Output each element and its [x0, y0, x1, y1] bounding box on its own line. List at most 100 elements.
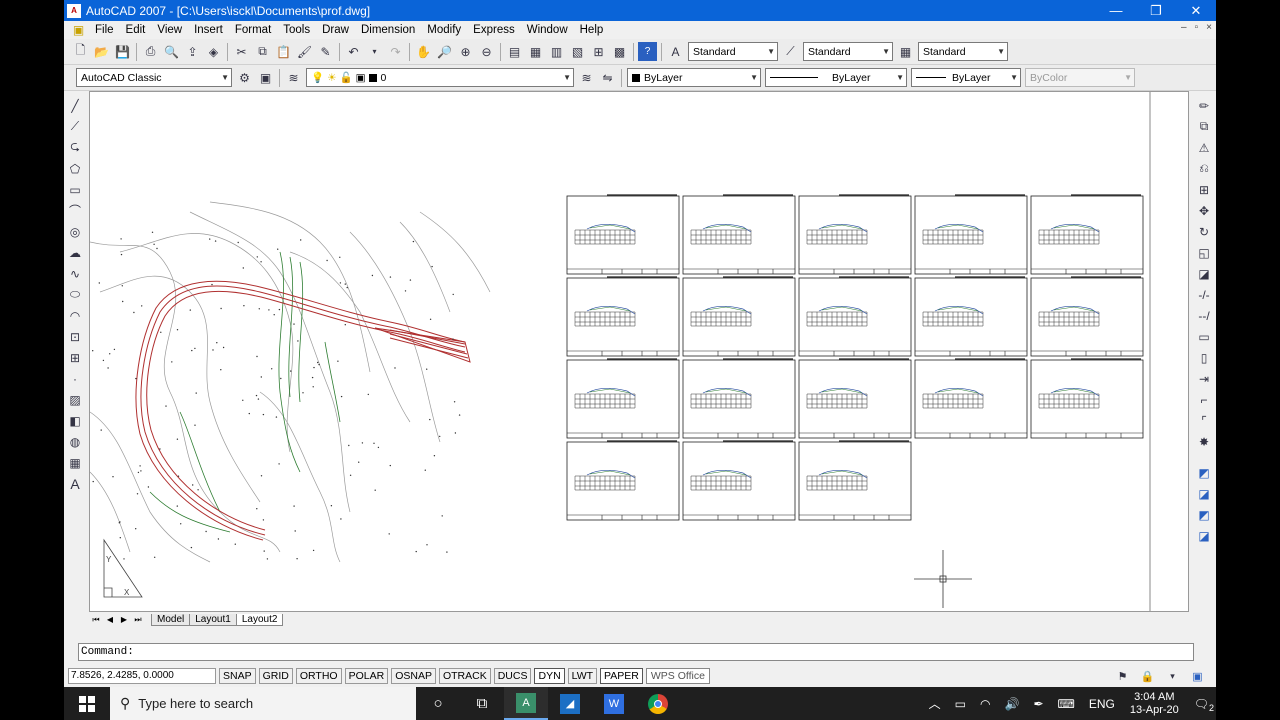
volume-icon[interactable]: 🔊 — [997, 697, 1026, 711]
notifications-icon[interactable]: 🗨 2 — [1187, 697, 1216, 713]
last-tab-button[interactable]: ⏭ — [131, 615, 145, 625]
task-view-icon[interactable]: ⧉ — [460, 687, 504, 720]
block-editor-icon[interactable]: ✎ — [316, 42, 335, 61]
polar-toggle[interactable]: POLAR — [344, 668, 389, 684]
plot-icon[interactable]: ⎙ — [141, 42, 160, 61]
doc-restore-button[interactable]: ▫ — [1195, 22, 1199, 33]
zoom-window-icon[interactable]: ⊕ — [456, 42, 475, 61]
doc-minimize-button[interactable]: – — [1181, 22, 1187, 33]
design-center-icon[interactable]: ▦ — [526, 42, 545, 61]
sheet-set-icon[interactable]: ▧ — [568, 42, 587, 61]
publish-icon[interactable]: ⇪ — [183, 42, 202, 61]
stretch-icon[interactable]: ◪ — [1195, 264, 1214, 283]
pan-realtime-icon[interactable]: ✋ — [414, 42, 433, 61]
doc-close-button[interactable]: × — [1206, 22, 1212, 33]
menu-view[interactable]: View — [151, 24, 188, 36]
revision-cloud-icon[interactable]: ☁ — [66, 243, 85, 262]
text-style-icon[interactable]: A — [666, 42, 685, 61]
clock[interactable]: 3:04 AM 13-Apr-20 — [1122, 691, 1187, 717]
draw-order-back-icon[interactable]: ◪ — [1195, 484, 1214, 503]
taskbar-search[interactable]: ⚲ Type here to search — [110, 687, 416, 720]
match-properties-icon[interactable]: 🖌 — [295, 42, 314, 61]
osnap-toggle[interactable]: OSNAP — [391, 668, 436, 684]
dim-style-select[interactable]: Standard ▼ — [803, 42, 893, 61]
redo-icon[interactable]: ↷ — [386, 42, 405, 61]
draw-order-front-icon[interactable]: ◩ — [1195, 463, 1214, 482]
send-under-icon[interactable]: ◪ — [1195, 526, 1214, 545]
new-icon[interactable]: 🗋 — [71, 42, 90, 61]
clean-screen-icon[interactable]: ▣ — [1188, 667, 1207, 686]
cortana-icon[interactable]: ○ — [416, 687, 460, 720]
snap-toggle[interactable]: SNAP — [219, 668, 256, 684]
open-icon[interactable]: 📂 — [92, 42, 111, 61]
layer-properties-icon[interactable]: ≋ — [284, 68, 303, 87]
otrack-toggle[interactable]: OTRACK — [438, 668, 491, 684]
spline-icon[interactable]: ∿ — [66, 264, 85, 283]
status-menu-icon[interactable]: ▾ — [1163, 667, 1182, 686]
app-taskbar-icon[interactable]: ◢ — [548, 687, 592, 720]
make-layer-current-icon[interactable]: ≋ — [577, 68, 596, 87]
break-at-point-icon[interactable]: ▭ — [1195, 327, 1214, 346]
next-tab-button[interactable]: ▶ — [117, 615, 131, 624]
save-workspace-icon[interactable]: ▣ — [256, 68, 275, 87]
show-hidden-icons-icon[interactable]: ︿ — [922, 695, 948, 712]
zoom-previous-icon[interactable]: ⊖ — [477, 42, 496, 61]
paste-icon[interactable]: 📋 — [274, 42, 293, 61]
3d-dwf-icon[interactable]: ◈ — [204, 42, 223, 61]
workspace-settings-icon[interactable]: ⚙ — [235, 68, 254, 87]
circle-icon[interactable]: ◎ — [66, 222, 85, 241]
autocad-app-icon[interactable]: A — [67, 3, 81, 18]
cut-icon[interactable]: ✂ — [232, 42, 251, 61]
color-select[interactable]: ByLayer ▼ — [627, 68, 761, 87]
menu-window[interactable]: Window — [521, 24, 574, 36]
menu-file[interactable]: File — [89, 24, 120, 36]
layer-select[interactable]: 💡 ☀ 🔓 ▣ 0 ▼ — [306, 68, 574, 87]
hatch-icon[interactable]: ▨ — [66, 390, 85, 409]
rectangle-icon[interactable]: ▭ — [66, 180, 85, 199]
array-icon[interactable]: ⊞ — [1195, 180, 1214, 199]
ellipse-arc-icon[interactable]: ◠ — [66, 306, 85, 325]
table-icon[interactable]: ▦ — [66, 453, 85, 472]
wifi-icon[interactable]: ◠ — [973, 697, 997, 711]
help-icon[interactable]: ? — [638, 42, 657, 61]
copy-object-icon[interactable]: ⧉ — [1195, 117, 1214, 136]
workspace-select[interactable]: AutoCAD Classic ▼ — [76, 68, 232, 87]
close-button[interactable]: ✕ — [1176, 3, 1216, 19]
markup-icon[interactable]: ⊞ — [589, 42, 608, 61]
rotate-icon[interactable]: ↻ — [1195, 222, 1214, 241]
properties-icon[interactable]: ▤ — [505, 42, 524, 61]
menu-help[interactable]: Help — [574, 24, 610, 36]
menu-insert[interactable]: Insert — [188, 24, 229, 36]
undo-icon[interactable]: ↶ — [344, 42, 363, 61]
arc-icon[interactable]: ⌒ — [66, 201, 85, 220]
insert-block-icon[interactable]: ⊡ — [66, 327, 85, 346]
lwt-toggle[interactable]: LWT — [567, 668, 598, 684]
ducs-toggle[interactable]: DUCS — [493, 668, 532, 684]
point-icon[interactable]: · — [66, 369, 85, 388]
keyboard-icon[interactable]: ⌨ — [1051, 697, 1082, 711]
tab-layout1[interactable]: Layout1 — [189, 613, 237, 626]
pen-icon[interactable]: ✒ — [1026, 697, 1050, 711]
copy-icon[interactable]: ⧉ — [253, 42, 272, 61]
mirror-icon[interactable]: ⚠ — [1195, 138, 1214, 157]
coordinate-readout[interactable]: 7.8526, 2.4285, 0.0000 — [68, 668, 216, 684]
scale-icon[interactable]: ◱ — [1195, 243, 1214, 262]
dyn-toggle[interactable]: DYN — [534, 668, 565, 684]
tab-layout2[interactable]: Layout2 — [235, 613, 284, 626]
bring-above-icon[interactable]: ◩ — [1195, 505, 1214, 524]
toolbar-lock-icon[interactable]: 🔒 — [1138, 667, 1157, 686]
start-button[interactable] — [64, 687, 110, 720]
erase-icon[interactable]: ✏ — [1195, 96, 1214, 115]
chamfer-icon[interactable]: ⌐ — [1195, 390, 1214, 409]
minimize-button[interactable]: — — [1096, 3, 1136, 18]
zoom-realtime-icon[interactable]: 🔎 — [435, 42, 454, 61]
previous-tab-button[interactable]: ◀ — [103, 615, 117, 624]
ortho-toggle[interactable]: ORTHO — [295, 668, 342, 684]
offset-icon[interactable]: ⎌ — [1195, 159, 1214, 178]
table-style-select[interactable]: Standard ▼ — [918, 42, 1008, 61]
first-tab-button[interactable]: ⏮ — [89, 615, 103, 625]
region-icon[interactable]: ◍ — [66, 432, 85, 451]
explode-icon[interactable]: ✸ — [1195, 432, 1214, 451]
command-line[interactable]: Command: — [78, 643, 1194, 661]
fillet-icon[interactable]: ⌜ — [1195, 411, 1214, 430]
